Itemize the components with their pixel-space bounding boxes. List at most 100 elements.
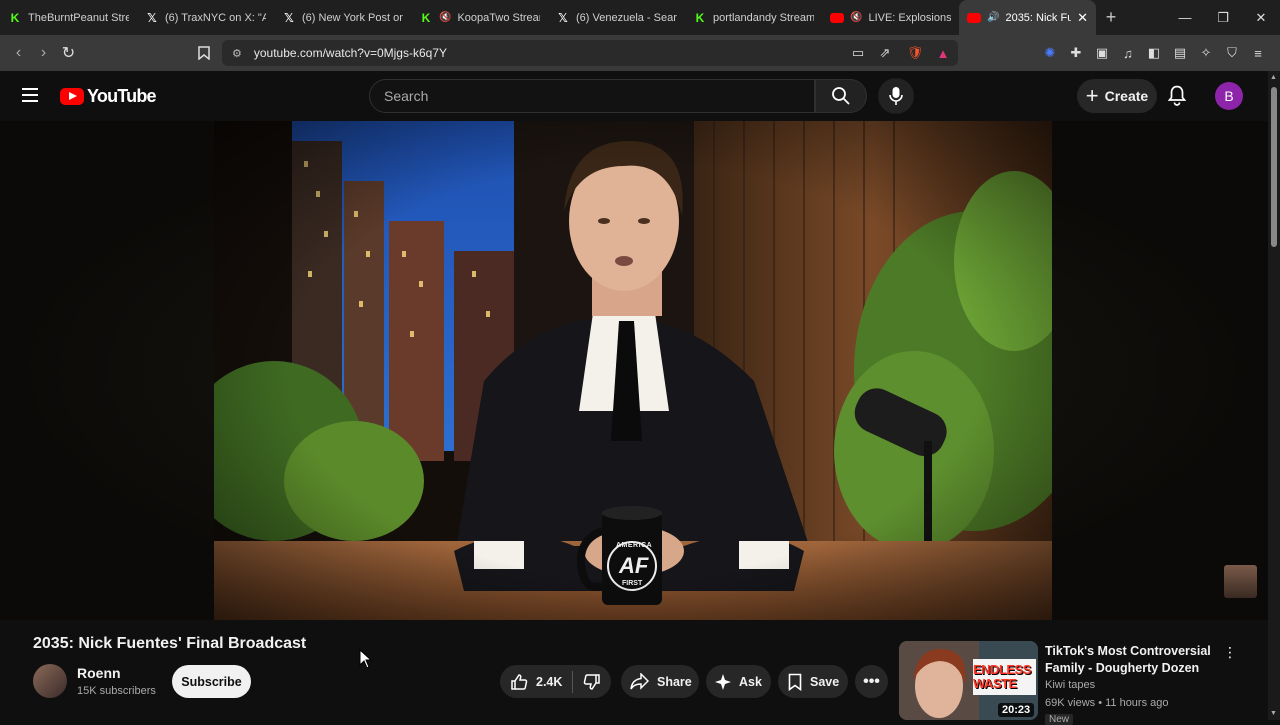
more-actions-button[interactable]: ••• xyxy=(855,665,888,698)
window-controls: — ❐ ✕ xyxy=(1166,0,1280,35)
recommended-video[interactable]: ENDLESS WASTE 20:23 TikTok's Most Controv… xyxy=(899,641,1269,725)
muted-icon[interactable]: 🔇 xyxy=(439,12,451,23)
close-tab-icon[interactable]: ✕ xyxy=(1077,10,1088,26)
mouse-cursor-icon xyxy=(359,649,373,669)
brave-rewards-icon[interactable]: ▲ xyxy=(935,45,951,61)
save-label: Save xyxy=(810,674,840,689)
create-label: Create xyxy=(1104,88,1149,104)
reload-icon[interactable]: ↻ xyxy=(56,43,81,63)
browser-tab[interactable]: 🔇 LIVE: Explosions h xyxy=(822,0,959,35)
leo-ai-icon[interactable]: ✧ xyxy=(1198,45,1214,61)
site-settings-icon[interactable]: ⚙ xyxy=(232,47,242,60)
youtube-logo[interactable]: YouTube xyxy=(60,86,157,107)
youtube-icon xyxy=(967,12,981,23)
menu-icon[interactable]: ≡ xyxy=(1250,45,1266,61)
close-window-icon[interactable]: ✕ xyxy=(1242,0,1280,35)
share-icon xyxy=(630,673,649,690)
channel-name[interactable]: Roenn xyxy=(77,665,121,681)
muted-icon[interactable]: 🔇 xyxy=(850,12,862,23)
back-icon[interactable]: ‹ xyxy=(6,44,31,62)
media-icon[interactable]: ♫ xyxy=(1120,45,1136,61)
sidebar-icon[interactable]: ◧ xyxy=(1146,45,1162,61)
extension-icon[interactable]: ✺ xyxy=(1042,45,1058,61)
tab-title: (6) Venezuela - Searcl xyxy=(576,11,677,24)
like-button[interactable]: 2.4K xyxy=(500,665,562,698)
thumb-text-line-1: ENDLESS xyxy=(973,662,1031,677)
page-scrollbar[interactable]: ▲ ▼ xyxy=(1268,71,1280,720)
bookmark-icon[interactable] xyxy=(196,45,212,61)
new-tab-button[interactable]: + xyxy=(1096,7,1126,28)
thumbnail-caption: ENDLESS WASTE xyxy=(973,663,1031,691)
subscribe-button[interactable]: Subscribe xyxy=(172,665,251,698)
kick-icon: K xyxy=(10,10,20,25)
recommended-title[interactable]: TikTok's Most Controversial Family - Dou… xyxy=(1045,643,1215,677)
minimize-icon[interactable]: — xyxy=(1166,0,1204,35)
share-page-icon[interactable]: ⇗ xyxy=(877,45,893,61)
tab-title: portlandandy Stream xyxy=(713,11,814,24)
thumbs-down-icon xyxy=(584,673,601,690)
browser-tab[interactable]: Kportlandandy Stream xyxy=(685,0,822,35)
more-horizontal-icon: ••• xyxy=(863,672,880,690)
audio-playing-icon[interactable]: 🔊 xyxy=(987,12,999,23)
share-button[interactable]: Share xyxy=(621,665,699,698)
account-avatar[interactable]: B xyxy=(1215,82,1243,110)
browser-tab[interactable]: K TheBurntPeanut Strea xyxy=(0,0,137,35)
video-player[interactable]: AMERICA AF FIRST xyxy=(0,121,1268,620)
search-input[interactable]: Search xyxy=(369,79,815,113)
tab-title: (6) New York Post on xyxy=(302,11,403,24)
browser-tab[interactable]: 𝕏 (6) New York Post on xyxy=(274,0,411,35)
thumb-text-line-2: WASTE xyxy=(973,676,1017,691)
ask-button[interactable]: Ask xyxy=(706,665,771,698)
extensions-puzzle-icon[interactable]: ✚ xyxy=(1068,45,1084,61)
browser-tab[interactable]: 𝕏 (6) TraxNYC on X: "An xyxy=(137,0,274,35)
cast-icon[interactable]: ▭ xyxy=(850,45,866,61)
reader-icon[interactable]: ▣ xyxy=(1094,45,1110,61)
channel-avatar[interactable] xyxy=(33,664,67,698)
share-label: Share xyxy=(657,674,692,689)
miniplayer-thumbnail[interactable] xyxy=(1224,565,1257,598)
video-title: 2035: Nick Fuentes' Final Broadcast xyxy=(33,635,307,652)
address-bar-row: ‹ › ↻ ⚙ youtube.com/watch?v=0Mjgs-k6q7Y … xyxy=(0,35,1280,71)
video-frame[interactable]: AMERICA AF FIRST xyxy=(214,121,1052,620)
x-icon: 𝕏 xyxy=(284,10,294,25)
tab-title: (6) TraxNYC on X: "An xyxy=(165,11,266,24)
scrollbar-thumb[interactable] xyxy=(1271,87,1277,247)
ask-label: Ask xyxy=(739,674,762,689)
brave-shields-icon[interactable]: 🛡 xyxy=(907,45,924,61)
browser-tab[interactable]: K 🔇 KoopaTwo Stream xyxy=(411,0,548,35)
tab-title: TheBurntPeanut Strea xyxy=(28,11,129,24)
kick-icon: K xyxy=(695,10,705,25)
search-button[interactable] xyxy=(815,79,867,113)
x-icon: 𝕏 xyxy=(558,10,568,25)
like-count: 2.4K xyxy=(536,674,563,689)
more-vertical-icon[interactable]: ⋮ xyxy=(1223,644,1237,661)
restore-icon[interactable]: ❐ xyxy=(1204,0,1242,35)
plus-icon: + xyxy=(1085,83,1099,108)
dislike-button[interactable] xyxy=(573,673,601,691)
tab-title: LIVE: Explosions h xyxy=(868,11,951,24)
recommended-thumbnail[interactable]: ENDLESS WASTE 20:23 xyxy=(899,641,1038,720)
tab-title: 2035: Nick Fu xyxy=(1005,11,1072,24)
create-button[interactable]: + Create xyxy=(1077,79,1157,113)
hamburger-menu-icon[interactable] xyxy=(22,88,38,106)
tab-title: KoopaTwo Stream xyxy=(457,11,540,24)
scroll-down-icon[interactable]: ▼ xyxy=(1270,710,1277,717)
voice-search-button[interactable] xyxy=(878,78,914,114)
scroll-up-icon[interactable]: ▲ xyxy=(1270,74,1277,81)
notifications-bell-icon[interactable] xyxy=(1167,85,1187,111)
browser-tab-active[interactable]: 🔊 2035: Nick Fu ✕ xyxy=(959,0,1096,35)
forward-icon[interactable]: › xyxy=(31,44,56,62)
browser-tab[interactable]: 𝕏 (6) Venezuela - Searcl xyxy=(548,0,685,35)
wallet-icon[interactable]: ▤ xyxy=(1172,45,1188,61)
subscriber-count: 15K subscribers xyxy=(77,685,156,697)
mug-text-bottom: FIRST xyxy=(622,580,643,587)
youtube-play-icon xyxy=(60,88,84,105)
vpn-icon[interactable]: ⛉ xyxy=(1224,45,1240,61)
browser-toolbar-icons: ✺ ✚ ▣ ♫ ◧ ▤ ✧ ⛉ ≡ xyxy=(1042,35,1266,71)
search-placeholder: Search xyxy=(384,88,429,104)
save-button[interactable]: Save xyxy=(778,665,848,698)
url-field[interactable]: ⚙ youtube.com/watch?v=0Mjgs-k6q7Y xyxy=(222,40,958,66)
recommended-channel[interactable]: Kiwi tapes xyxy=(1045,679,1095,691)
x-icon: 𝕏 xyxy=(147,10,157,25)
recommended-meta: 69K views • 11 hours ago xyxy=(1045,697,1169,709)
